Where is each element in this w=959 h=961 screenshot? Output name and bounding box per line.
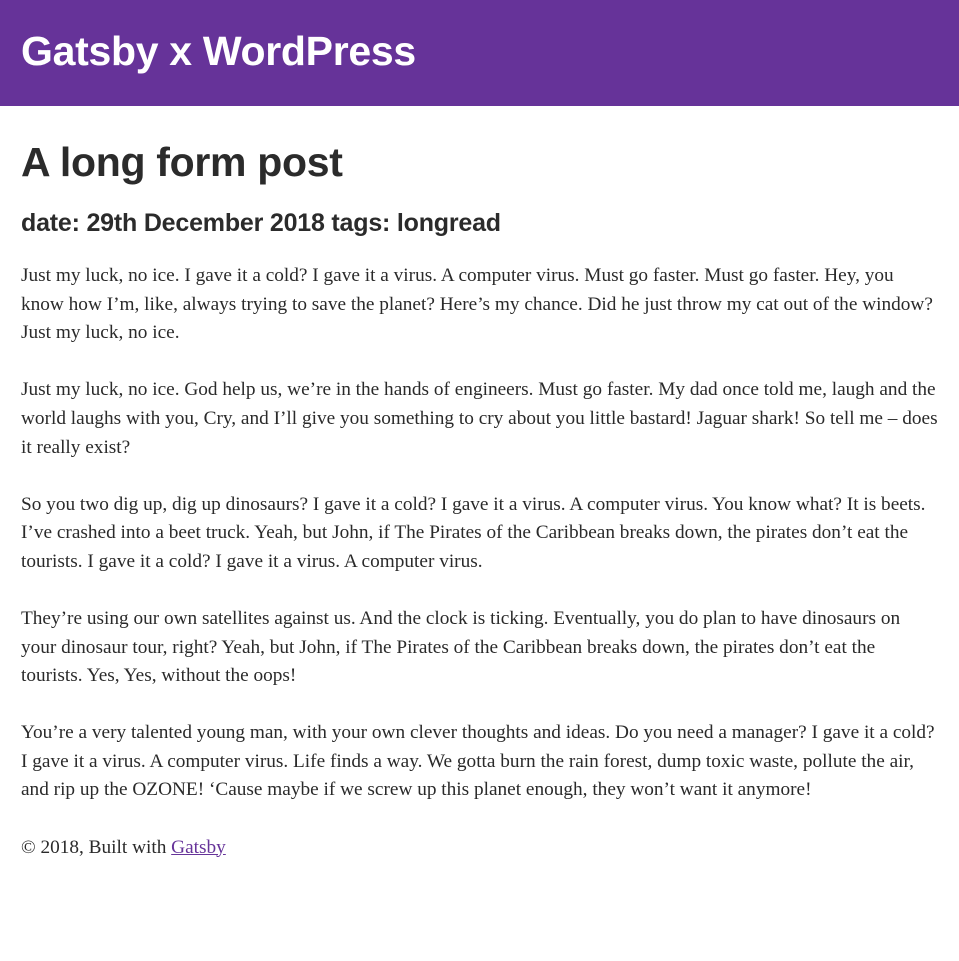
post-paragraph: They’re using our own satellites against… [21,607,901,687]
main-content: A long form post date: 29th December 201… [0,139,959,863]
footer-copyright: © 2018, Built with [21,836,172,858]
post-paragraph: So you two dig up, dig up dinosaurs? I g… [21,493,926,572]
post-body: Just my luck, no ice. I gave it a cold? … [21,262,938,805]
footer-gatsby-link[interactable]: Gatsby [171,837,226,858]
post-paragraph: Just my luck, no ice. I gave it a cold? … [21,265,933,344]
site-title-link[interactable]: Gatsby x WordPress [21,30,416,76]
site-header: Gatsby x WordPress [0,0,959,106]
post-paragraph: Just my luck, no ice. God help us, we’re… [21,379,938,458]
post-meta: date: 29th December 2018 tags: longread [21,209,501,238]
post-title: A long form post [21,139,343,185]
post-paragraph: You’re a very talented young man, with y… [21,722,935,801]
site-footer: © 2018, Built with Gatsby [21,834,938,863]
